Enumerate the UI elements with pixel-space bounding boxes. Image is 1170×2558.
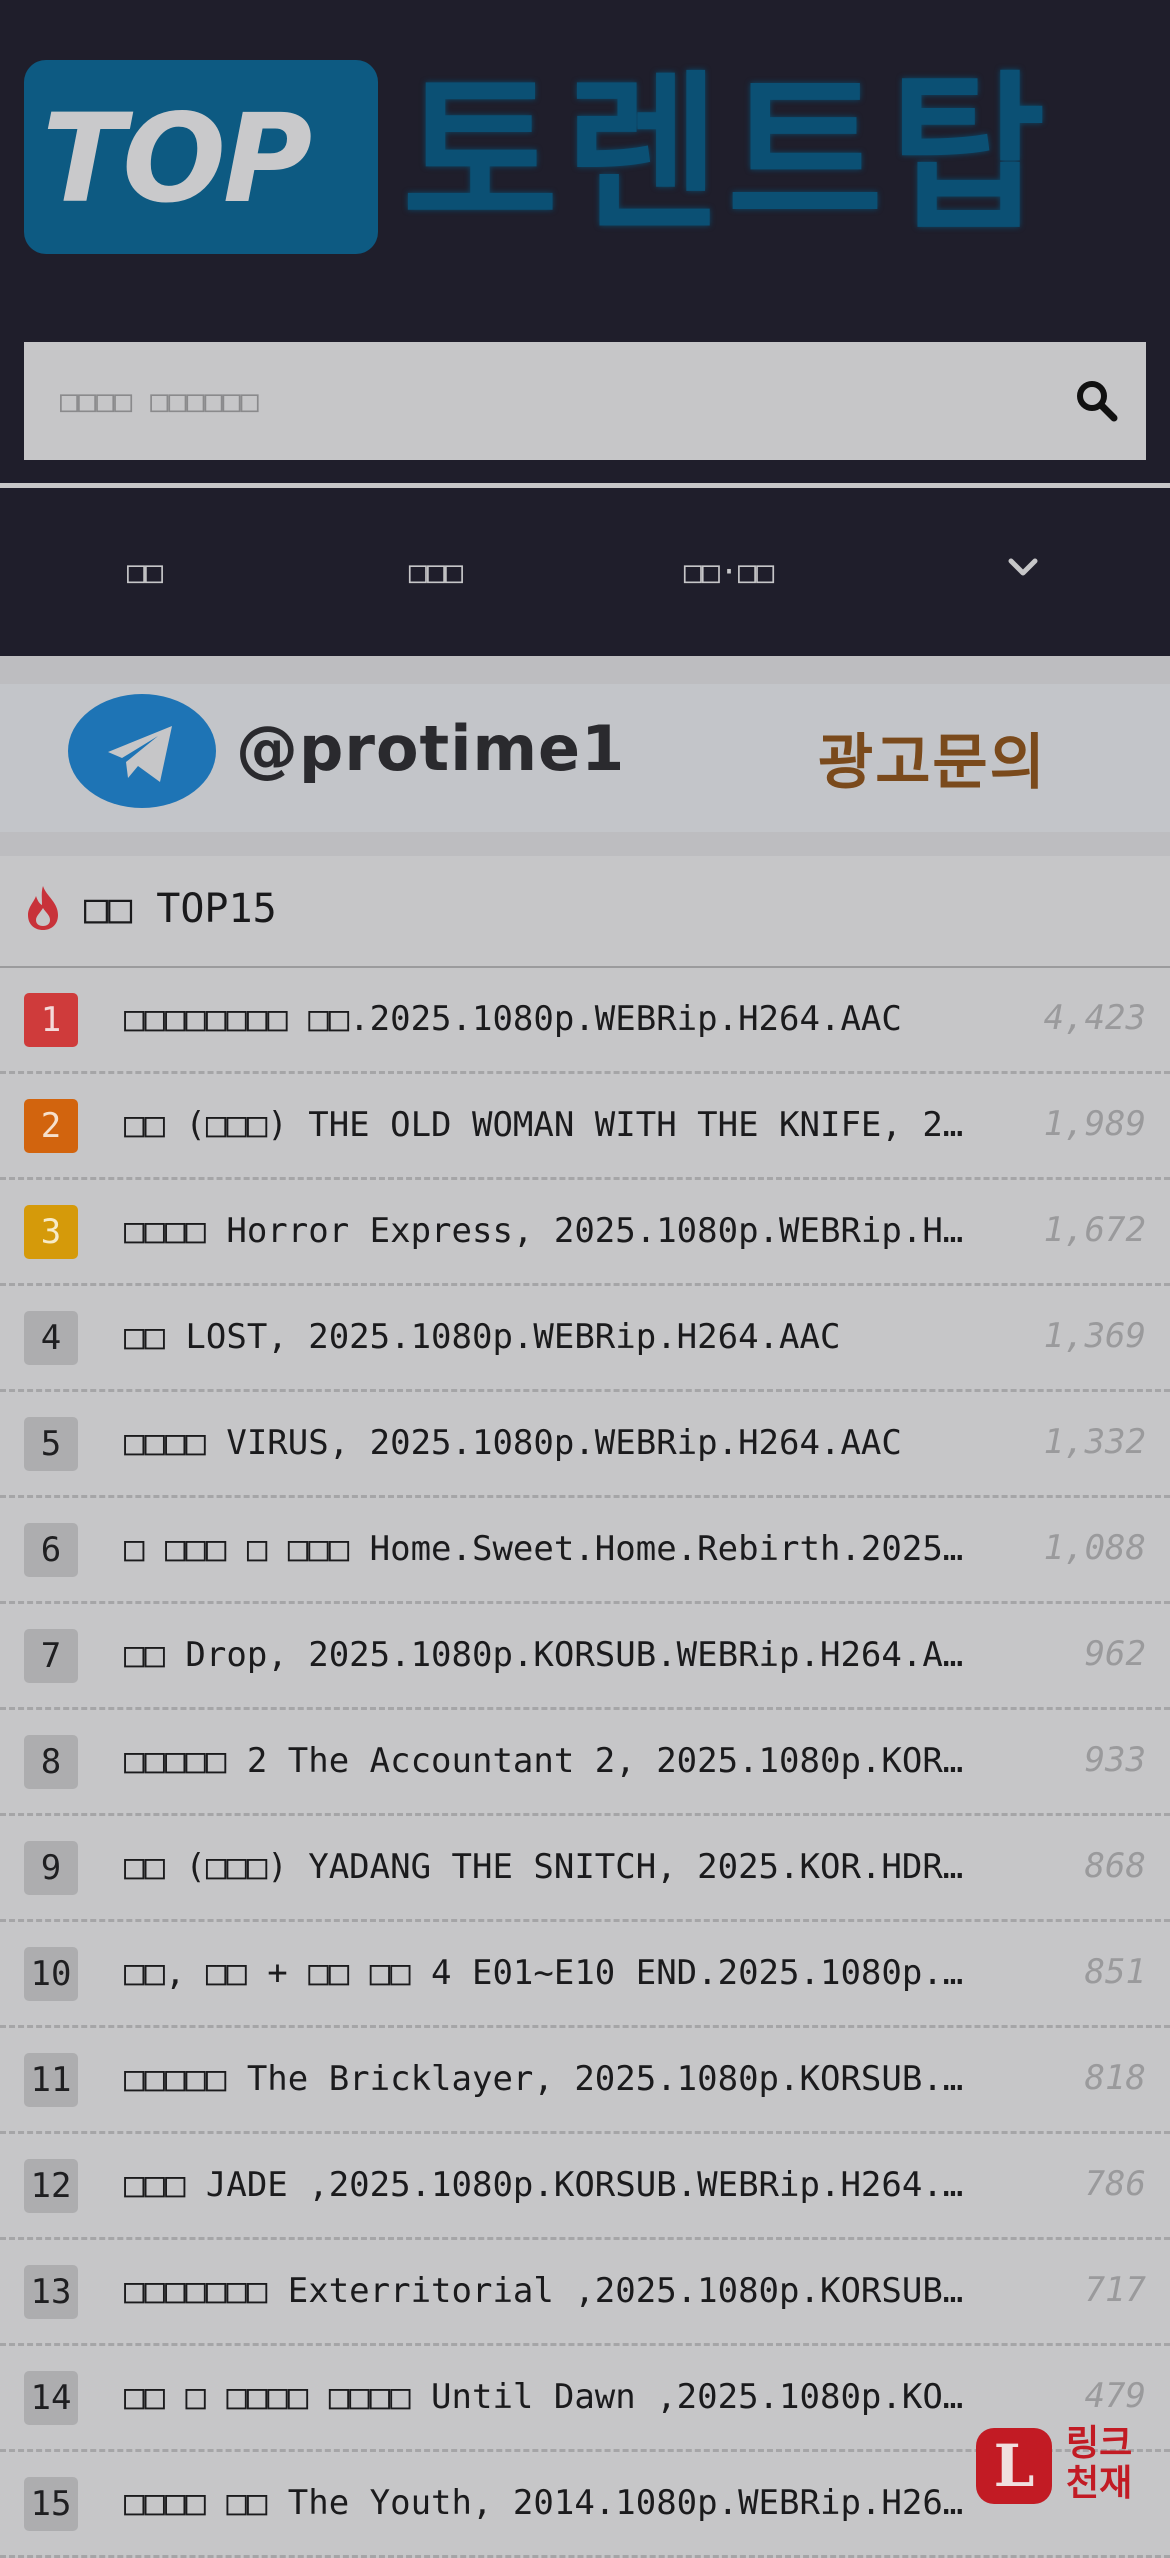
list-item[interactable]: 6 □ □□□ □ □□□ Home.Sweet.Home.Rebirth.202… (0, 1498, 1170, 1604)
item-count: 933 (1084, 1740, 1146, 1780)
list-item[interactable]: 2 □□ (□□□) THE OLD WOMAN WITH THE KNIFE, … (0, 1074, 1170, 1180)
rank-badge: 4 (24, 1311, 78, 1365)
main-nav: □□ □□□ □□·□□ (0, 488, 1170, 656)
list-item[interactable]: 4 □□ LOST, 2025.1080p.WEBRip.H264.AAC 1,36… (0, 1286, 1170, 1392)
item-title[interactable]: □□□□ □□ The Youth, 2014.1080p.WEBRip.H26… (124, 2483, 966, 2523)
rank-badge: 3 (24, 1205, 78, 1259)
list-item[interactable]: 13 □□□□□□□ Exterritorial ,2025.1080p.KORS… (0, 2240, 1170, 2346)
nav-item-2[interactable]: □□□ (290, 488, 582, 656)
item-title[interactable]: □□□□ Horror Express, 2025.1080p.WEBRip.H… (124, 1211, 966, 1251)
item-title[interactable]: □□ (□□□) YADANG THE SNITCH, 2025.KOR.HDR… (124, 1847, 966, 1887)
rank-badge: 1 (24, 993, 78, 1047)
item-title[interactable]: □□ □ □□□□ □□□□ Until Dawn ,2025.1080p.KO… (124, 2377, 966, 2417)
chevron-down-icon (1008, 558, 1038, 576)
logo-badge-text: TOP (42, 88, 312, 230)
nav-item-1[interactable]: □□ (0, 488, 290, 656)
list-item[interactable]: 12 □□□ JADE ,2025.1080p.KORSUB.WEBRip.H26… (0, 2134, 1170, 2240)
rank-badge: 9 (24, 1841, 78, 1895)
logo-site-name: 토렌트탑 (402, 56, 1052, 254)
item-title[interactable]: □□□□□□□□ □□.2025.1080p.WEBRip.H264.AAC (124, 999, 966, 1039)
link-genius-line2: 천재 (1066, 2463, 1133, 2504)
item-count: 1,989 (1043, 1104, 1146, 1144)
rank-badge: 2 (24, 1099, 78, 1153)
item-count: 1,088 (1043, 1528, 1146, 1568)
nav-item-3[interactable]: □□·□□ (582, 488, 876, 656)
item-count: 851 (1084, 1952, 1146, 1992)
item-title[interactable]: □ □□□ □ □□□ Home.Sweet.Home.Rebirth.2025… (124, 1529, 966, 1569)
list-item[interactable]: 5 □□□□ VIRUS, 2025.1080p.WEBRip.H264.AAC 1… (0, 1392, 1170, 1498)
list-item[interactable]: 3 □□□□ Horror Express, 2025.1080p.WEBRip.… (0, 1180, 1170, 1286)
list-item[interactable]: 10 □□, □□ + □□ □□ 4 E01~E10 END.2025.1080… (0, 1922, 1170, 2028)
telegram-ad-banner[interactable]: @protime1 광고문의 (0, 684, 1170, 832)
rank-badge: 12 (24, 2159, 78, 2213)
top15-list: 1 □□□□□□□□ □□.2025.1080p.WEBRip.H264.AAC 4… (0, 968, 1170, 2558)
logo-badge: TOP (24, 60, 378, 254)
search-input[interactable] (24, 342, 1024, 460)
search-icon (1077, 381, 1118, 422)
top15-title: □□ TOP15 (84, 886, 277, 932)
site-header: TOP 토렌트탑 (0, 0, 1170, 483)
item-title[interactable]: □□□□ VIRUS, 2025.1080p.WEBRip.H264.AAC (124, 1423, 966, 1463)
item-count: 818 (1084, 2058, 1146, 2098)
item-title[interactable]: □□ Drop, 2025.1080p.KORSUB.WEBRip.H264.A… (124, 1635, 966, 1675)
rank-badge: 7 (24, 1629, 78, 1683)
rank-badge: 14 (24, 2371, 78, 2425)
list-item[interactable]: 8 □□□□□ 2 The Accountant 2, 2025.1080p.KO… (0, 1710, 1170, 1816)
item-title[interactable]: □□□□□ The Bricklayer, 2025.1080p.KORSUB.… (124, 2059, 966, 2099)
fire-icon (28, 886, 58, 930)
rank-badge: 13 (24, 2265, 78, 2319)
rank-badge: 11 (24, 2053, 78, 2107)
ad-banner-area: @protime1 광고문의 (0, 656, 1170, 856)
top15-header: □□ TOP15 (0, 856, 1170, 968)
telegram-handle: @protime1 (236, 712, 626, 785)
item-count: 1,332 (1043, 1422, 1146, 1462)
search-button[interactable] (1072, 376, 1122, 426)
item-title[interactable]: □□□□□□□ Exterritorial ,2025.1080p.KORSUB… (124, 2271, 966, 2311)
item-title[interactable]: □□□□□ 2 The Accountant 2, 2025.1080p.KOR… (124, 1741, 966, 1781)
link-genius-label: 링크 천재 (1066, 2424, 1132, 2504)
item-count: 1,369 (1043, 1316, 1146, 1356)
item-count: 479 (1084, 2376, 1146, 2416)
link-genius-line1: 링크 (1066, 2423, 1133, 2464)
item-count: 786 (1084, 2164, 1146, 2204)
list-item[interactable]: 11 □□□□□ The Bricklayer, 2025.1080p.KORSU… (0, 2028, 1170, 2134)
linkjaejae-floating-button[interactable]: L 링크 천재 (976, 2424, 1146, 2508)
rank-badge: 6 (24, 1523, 78, 1577)
site-logo[interactable]: TOP 토렌트탑 (24, 60, 1134, 260)
rank-badge: 15 (24, 2477, 78, 2531)
link-genius-logo-icon: L (976, 2428, 1052, 2504)
item-title[interactable]: □□, □□ + □□ □□ 4 E01~E10 END.2025.1080p.… (124, 1953, 966, 1993)
search-bar (24, 342, 1146, 460)
item-title[interactable]: □□ (□□□) THE OLD WOMAN WITH THE KNIFE, 2… (124, 1105, 966, 1145)
item-count: 962 (1084, 1634, 1146, 1674)
item-count: 1,672 (1043, 1210, 1146, 1250)
ad-inquiry-label: 광고문의 (818, 728, 1047, 798)
item-title[interactable]: □□□ JADE ,2025.1080p.KORSUB.WEBRip.H264.… (124, 2165, 966, 2205)
nav-more-button[interactable] (876, 488, 1170, 656)
rank-badge: 5 (24, 1417, 78, 1471)
item-title[interactable]: □□ LOST, 2025.1080p.WEBRip.H264.AAC (124, 1317, 966, 1357)
telegram-icon (68, 694, 216, 808)
rank-badge: 8 (24, 1735, 78, 1789)
item-count: 868 (1084, 1846, 1146, 1886)
list-item[interactable]: 1 □□□□□□□□ □□.2025.1080p.WEBRip.H264.AAC 4… (0, 968, 1170, 1074)
rank-badge: 10 (24, 1947, 78, 2001)
item-count: 717 (1084, 2270, 1146, 2310)
item-count: 4,423 (1043, 998, 1146, 1038)
list-item[interactable]: 7 □□ Drop, 2025.1080p.KORSUB.WEBRip.H264.… (0, 1604, 1170, 1710)
list-item[interactable]: 9 □□ (□□□) YADANG THE SNITCH, 2025.KOR.HD… (0, 1816, 1170, 1922)
